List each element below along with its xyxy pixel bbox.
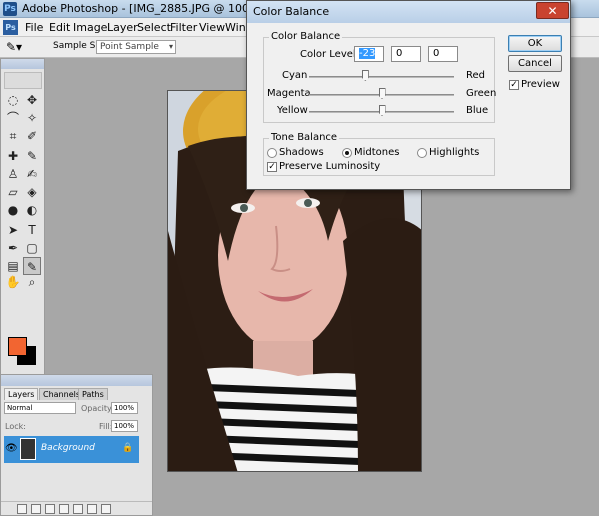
adjustment-layer-icon[interactable]	[59, 504, 69, 514]
slider-green-label: Green	[466, 88, 497, 99]
eye-icon[interactable]: 👁	[5, 443, 18, 455]
tab-layers[interactable]: Layers	[4, 388, 39, 400]
tools-panel-header[interactable]	[1, 59, 44, 69]
magic-wand-tool-icon[interactable]: ✧	[23, 109, 41, 127]
menu-edit[interactable]: Edit	[49, 21, 70, 34]
paint-bucket-tool-icon[interactable]: ◈	[23, 183, 41, 201]
eyedropper-tool-icon[interactable]: ✎	[23, 257, 41, 275]
menu-view[interactable]: View	[199, 21, 225, 34]
slice-tool-icon[interactable]: ✐	[23, 127, 41, 145]
marquee-tool-icon[interactable]: ◌	[4, 91, 22, 109]
type-tool-icon[interactable]: T	[23, 221, 41, 239]
layer-name: Background	[41, 443, 95, 453]
hand-tool-icon[interactable]: ✋	[4, 275, 22, 289]
color-balance-dialog: Color Balance ✕ Color Balance Color Leve…	[246, 0, 571, 190]
zoom-tool-icon[interactable]: ⌕	[23, 275, 41, 289]
tone-balance-group-title: Tone Balance	[269, 132, 340, 143]
slider-magenta-label: Magenta	[267, 88, 311, 99]
layers-panel: Layers Channels Paths Normal Opacity: 10…	[0, 374, 153, 516]
slider-red-label: Red	[466, 70, 485, 81]
crop-tool-icon[interactable]: ⌗	[4, 127, 22, 145]
preserve-luminosity-label: Preserve Luminosity	[279, 161, 381, 172]
dialog-title-bar[interactable]: Color Balance ✕	[247, 1, 570, 23]
layer-row-background[interactable]: 👁 Background 🔒	[4, 436, 139, 463]
photoshop-menu-icon[interactable]: Ps	[3, 20, 18, 35]
chevron-down-icon: ▾	[168, 42, 173, 51]
level-cyan-red-input[interactable]: -23	[354, 46, 384, 62]
lasso-tool-icon[interactable]: ⌒	[4, 109, 22, 127]
shape-tool-icon[interactable]: ▢	[23, 239, 41, 257]
link-icon[interactable]	[17, 504, 27, 514]
path-selection-tool-icon[interactable]: ➤	[4, 221, 22, 239]
lock-label: Lock:	[5, 422, 26, 431]
ok-button[interactable]: OK	[508, 35, 562, 52]
blur-tool-icon[interactable]: ●	[4, 201, 22, 219]
dialog-title: Color Balance	[253, 5, 330, 18]
brush-tool-icon[interactable]: ✎	[23, 147, 41, 165]
clone-stamp-tool-icon[interactable]: ♙	[4, 165, 22, 183]
radio-midtones[interactable]	[342, 148, 352, 158]
sample-size-select[interactable]: Point Sample ▾	[96, 40, 176, 54]
radio-shadows[interactable]	[267, 148, 277, 158]
menu-layer[interactable]: Layer	[107, 21, 138, 34]
level-yellow-blue-input[interactable]: 0	[428, 46, 458, 62]
lock-icon: 🔒	[122, 443, 134, 453]
eraser-tool-icon[interactable]: ▱	[4, 183, 22, 201]
mask-icon[interactable]	[45, 504, 55, 514]
pen-tool-icon[interactable]: ✒	[4, 239, 22, 257]
blend-mode-select[interactable]: Normal	[4, 402, 76, 414]
preserve-luminosity-checkbox[interactable]: ✓	[267, 162, 277, 172]
level-magenta-green-value: 0	[396, 48, 403, 59]
opacity-input[interactable]: 100%	[111, 402, 138, 414]
layer-thumbnail	[20, 438, 36, 460]
opacity-label: Opacity:	[81, 404, 114, 413]
cancel-button[interactable]: Cancel	[508, 55, 562, 72]
eyedropper-tool-icon[interactable]: ✎▾	[6, 40, 22, 54]
move-tool-icon[interactable]: ✥	[23, 91, 41, 109]
slider-yellow-label: Yellow	[277, 105, 308, 116]
radio-highlights[interactable]	[417, 148, 427, 158]
slider-cyan-label: Cyan	[282, 70, 308, 81]
menu-file[interactable]: File	[25, 21, 43, 34]
level-yellow-blue-value: 0	[433, 48, 440, 59]
layers-panel-footer	[1, 501, 152, 515]
shadows-label: Shadows	[279, 147, 324, 158]
menu-image[interactable]: Image	[73, 21, 107, 34]
layers-panel-header[interactable]	[1, 375, 152, 386]
healing-brush-tool-icon[interactable]: ✚	[4, 147, 22, 165]
midtones-label: Midtones	[354, 147, 400, 158]
slider-blue-label: Blue	[466, 105, 489, 116]
preview-label: Preview	[521, 79, 560, 90]
preview-checkbox[interactable]: ✓	[509, 80, 519, 90]
tools-panel: ◌ ✥ ⌒ ✧ ⌗ ✐ ✚ ✎ ♙ ✍ ▱ ◈ ● ◐ ➤ T ✒ ▢ ▤ ✎ …	[0, 58, 45, 387]
dodge-tool-icon[interactable]: ◐	[23, 201, 41, 219]
trash-icon[interactable]	[101, 504, 111, 514]
new-layer-icon[interactable]	[87, 504, 97, 514]
new-group-icon[interactable]	[73, 504, 83, 514]
color-balance-group-title: Color Balance	[269, 31, 343, 42]
menu-filter[interactable]: Filter	[170, 21, 197, 34]
photoshop-app-icon: Ps	[3, 2, 17, 16]
tab-paths[interactable]: Paths	[78, 388, 108, 400]
highlights-label: Highlights	[429, 147, 480, 158]
fill-input[interactable]: 100%	[111, 420, 138, 432]
notes-tool-icon[interactable]: ▤	[4, 257, 22, 275]
close-icon[interactable]: ✕	[536, 2, 569, 19]
sample-size-value: Point Sample	[100, 42, 159, 52]
cyan-red-slider[interactable]	[309, 76, 454, 78]
layers-panel-tabs: Layers Channels Paths	[1, 388, 152, 400]
foreground-color-swatch[interactable]	[8, 337, 27, 356]
fx-icon[interactable]	[31, 504, 41, 514]
level-cyan-red-value: -23	[359, 48, 376, 59]
history-brush-tool-icon[interactable]: ✍	[23, 165, 41, 183]
level-magenta-green-input[interactable]: 0	[391, 46, 421, 62]
feather-logo-icon[interactable]	[4, 72, 42, 89]
menu-select[interactable]: Select	[137, 21, 171, 34]
